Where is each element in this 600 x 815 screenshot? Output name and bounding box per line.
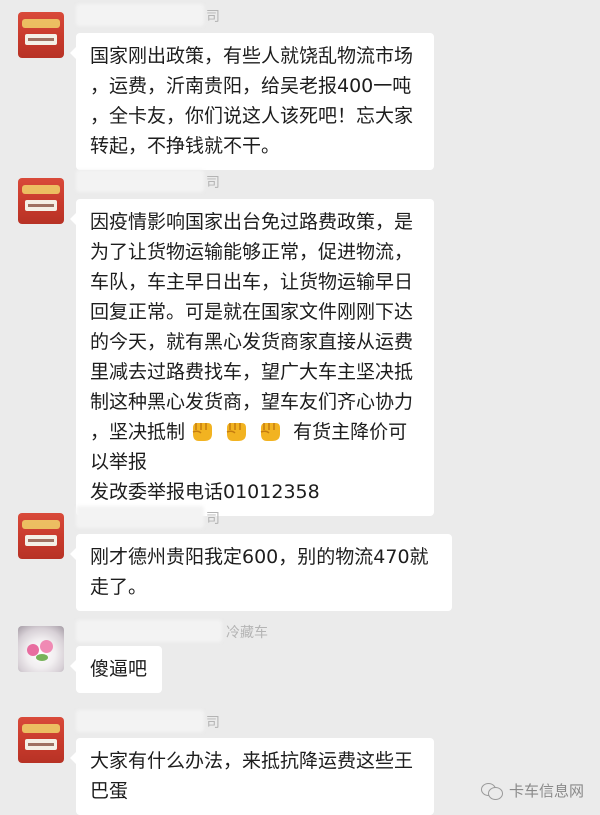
sender-name-suffix: 冷藏车 [226,625,268,641]
sender-name-blurred [76,170,204,192]
sender-name-suffix: 司 [206,511,220,527]
sender-name-suffix: 司 [206,9,220,25]
message-bubble[interactable]: 傻逼吧 [70,646,162,693]
message-bubble[interactable]: 大家有什么办法，来抵抗降运费这些王 巴蛋 [70,738,434,815]
avatar[interactable] [18,513,64,559]
fist-emoji-icon [260,423,281,441]
sender-name-blurred [76,4,204,26]
message-text: 因疫情影响国家出台免过路费政策，是 为了让货物运输能够正常，促进物流， 车队，车… [90,211,414,443]
watermark-text: 卡车信息网 [508,782,584,800]
sender-name-blurred [76,506,204,528]
avatar[interactable] [18,717,64,763]
wechat-icon [480,782,503,800]
sender-name-suffix: 司 [206,715,220,731]
message-bubble[interactable]: 因疫情影响国家出台免过路费政策，是 为了让货物运输能够正常，促进物流， 车队，车… [70,199,434,516]
sender-name-suffix: 司 [206,175,220,191]
avatar[interactable] [18,626,64,672]
watermark: 卡车信息网 [480,780,584,801]
fist-emoji-icon [226,423,247,441]
message-bubble[interactable]: 刚才德州贵阳我定600，别的物流470就 走了。 [70,534,452,611]
sender-name-blurred [76,710,204,732]
sender-name-blurred [76,620,222,642]
avatar[interactable] [18,12,64,58]
fist-emoji-icon [192,423,213,441]
message-bubble[interactable]: 国家刚出政策，有些人就饶乱物流市场 ，运费，沂南贵阳，给吴老报400一吨 ，全卡… [70,33,434,170]
avatar[interactable] [18,178,64,224]
